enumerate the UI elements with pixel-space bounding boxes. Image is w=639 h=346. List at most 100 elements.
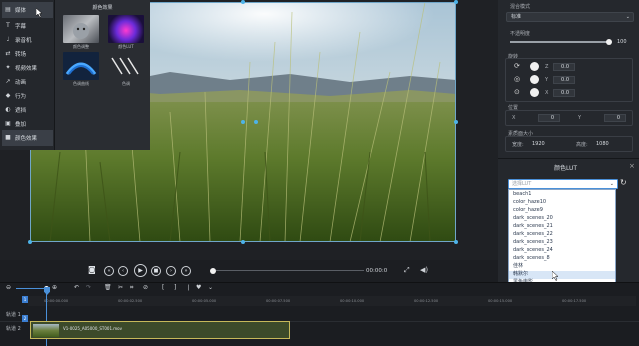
text-t-icon: T — [6, 22, 10, 29]
height-value: 1080 — [596, 141, 609, 147]
volume-icon[interactable]: ◀) — [420, 266, 428, 274]
mark-in-icon[interactable]: [ — [162, 284, 164, 291]
video-clip[interactable]: V1-0025_A05000_ST001.mov — [30, 321, 290, 339]
zoom-slider[interactable] — [16, 288, 44, 289]
playhead[interactable] — [44, 287, 50, 295]
resize-handle[interactable] — [241, 0, 245, 4]
mouse-cursor-icon — [552, 271, 559, 281]
fast-forward-button[interactable]: » — [181, 266, 191, 276]
close-icon[interactable]: × — [629, 162, 635, 170]
lut-option[interactable]: 佳林 — [509, 263, 615, 271]
lut-option[interactable]: 韩默尔 — [509, 271, 615, 279]
rotate-handle[interactable] — [254, 120, 258, 124]
lut-option[interactable]: dark_scenes_21 — [509, 223, 615, 231]
rotate-y-icon: ◎ — [514, 75, 521, 83]
lut-option[interactable]: dark_scenes_22 — [509, 231, 615, 239]
ruler-tick-label: 00:00:10.000 — [340, 299, 365, 303]
stop-button[interactable]: ■ — [151, 266, 161, 276]
resize-handle[interactable] — [454, 120, 458, 124]
chevron-down-icon: ⌄ — [609, 181, 614, 187]
rotate-y-input[interactable]: 0.0 — [553, 76, 575, 84]
color-effect-icon: ■ — [5, 134, 11, 141]
track-number-badge: 1 — [22, 296, 28, 303]
opacity-slider-track[interactable] — [510, 41, 610, 43]
mask-icon: ◐ — [5, 106, 11, 113]
menu-item-label: 转场 — [15, 52, 27, 58]
effect-thumb-color-adjust[interactable] — [63, 15, 99, 43]
next-frame-button[interactable]: › — [166, 266, 176, 276]
refresh-icon[interactable]: ↻ — [620, 178, 627, 187]
snapshot-camera-icon[interactable]: ◙ — [88, 265, 96, 274]
effect-thumb-tint[interactable] — [108, 52, 144, 80]
effect-label: 颜色LUT — [118, 44, 134, 49]
pos-y-label: Y — [578, 115, 582, 121]
mark-out-icon[interactable]: ] — [174, 284, 176, 291]
rotate-x-reset-button[interactable] — [530, 88, 539, 97]
width-value: 1920 — [532, 141, 545, 147]
ruler-tick-label: 00:00:00.000 — [44, 299, 69, 303]
menu-item-color-effect[interactable]: ■ 颜色效果 — [2, 130, 53, 146]
size-group — [505, 136, 633, 152]
width-label: 宽度: — [512, 142, 524, 148]
overlay-icon: ▣ — [5, 120, 11, 127]
play-button[interactable]: ▶ — [134, 264, 147, 277]
blend-mode-label: 混合模式 — [510, 4, 531, 10]
blend-mode-select[interactable]: 标准 ⌄ — [506, 12, 634, 22]
playback-scrubber-thumb[interactable] — [210, 268, 216, 274]
video-editor-window: ▤ 媒体 T 字幕 ♩ 录音机 ⇄ 转场 ✦ 视频效果 ↗ 动画 ◆ 行为 ◐ 遮挡 ▣ 叠加 ■… — [0, 0, 639, 346]
lut-option[interactable]: dark_scenes_24 — [509, 247, 615, 255]
chevron-down-icon[interactable]: ⌄ — [208, 284, 213, 291]
chevron-down-icon: ⌄ — [625, 14, 630, 20]
marker-icon[interactable]: ❘ — [186, 284, 191, 291]
left-menu: ▤ 媒体 T 字幕 ♩ 录音机 ⇄ 转场 ✦ 视频效果 ↗ 动画 ◆ 行为 ◐ 遮挡 ▣ 叠加 ■… — [0, 0, 55, 150]
delete-icon[interactable]: 🗑 — [104, 284, 112, 291]
track-number-badge: 2 — [22, 315, 28, 322]
rotate-y-reset-button[interactable] — [530, 75, 539, 84]
lut-option[interactable]: dark_scenes_20 — [509, 215, 615, 223]
menu-item-media[interactable]: ▤ 媒体 — [2, 2, 53, 18]
menu-item-label: 行为 — [15, 94, 27, 100]
mute-icon[interactable]: ⊘ — [143, 284, 148, 291]
menu-item-label: 动画 — [15, 80, 27, 86]
lut-option[interactable]: dark_scenes_8 — [509, 255, 615, 263]
pos-x-label: X — [512, 115, 516, 121]
resize-handle[interactable] — [28, 240, 32, 244]
height-label: 高度: — [576, 142, 588, 148]
effect-thumb-color-lut[interactable] — [108, 15, 144, 43]
rotate-z-input[interactable]: 0.0 — [553, 63, 575, 71]
lut-option[interactable]: color_haze9 — [509, 207, 615, 215]
zoom-out-icon[interactable]: ⊖ — [6, 284, 11, 291]
transition-icon: ⇄ — [5, 50, 11, 57]
rotate-x-input[interactable]: 0.0 — [553, 89, 575, 97]
favorite-heart-icon[interactable]: ♥ — [196, 284, 201, 291]
lut-option[interactable]: color_haze10 — [509, 199, 615, 207]
lut-option[interactable]: beach1 — [509, 191, 615, 199]
split-icon[interactable]: ✂ — [118, 284, 123, 291]
lut-select[interactable]: 选择LUT ⌄ — [508, 179, 618, 189]
ruler-tick-label: 00:00:12.500 — [414, 299, 439, 303]
rewind-button[interactable]: « — [104, 266, 114, 276]
resize-handle[interactable] — [454, 240, 458, 244]
fullscreen-icon[interactable]: ⤢ — [404, 266, 410, 275]
resize-handle[interactable] — [241, 240, 245, 244]
playback-scrubber-track[interactable] — [216, 270, 364, 271]
crop-icon[interactable]: ⌗ — [130, 284, 133, 292]
divider — [0, 282, 639, 283]
animation-icon: ↗ — [5, 78, 11, 85]
undo-icon[interactable]: ↶ — [74, 284, 79, 291]
rotate-z-reset-button[interactable] — [530, 62, 539, 71]
center-handle[interactable] — [241, 120, 245, 124]
pos-y-input[interactable]: 0 — [604, 114, 626, 122]
lut-option[interactable]: dark_scenes_23 — [509, 239, 615, 247]
redo-icon[interactable]: ↷ — [86, 284, 91, 291]
effect-label: 颜色调整 — [73, 44, 89, 49]
zoom-in-icon[interactable]: ⊕ — [52, 284, 57, 291]
opacity-slider-thumb[interactable] — [606, 39, 612, 45]
pos-x-input[interactable]: 0 — [538, 114, 560, 122]
mic-icon: ♩ — [6, 36, 10, 43]
resize-handle[interactable] — [454, 0, 458, 4]
previous-frame-button[interactable]: ‹ — [118, 266, 128, 276]
effect-thumb-tone-curve[interactable] — [63, 52, 99, 80]
effect-label: 色调曲线 — [73, 81, 89, 86]
menu-item-label: 颜色效果 — [15, 136, 38, 142]
